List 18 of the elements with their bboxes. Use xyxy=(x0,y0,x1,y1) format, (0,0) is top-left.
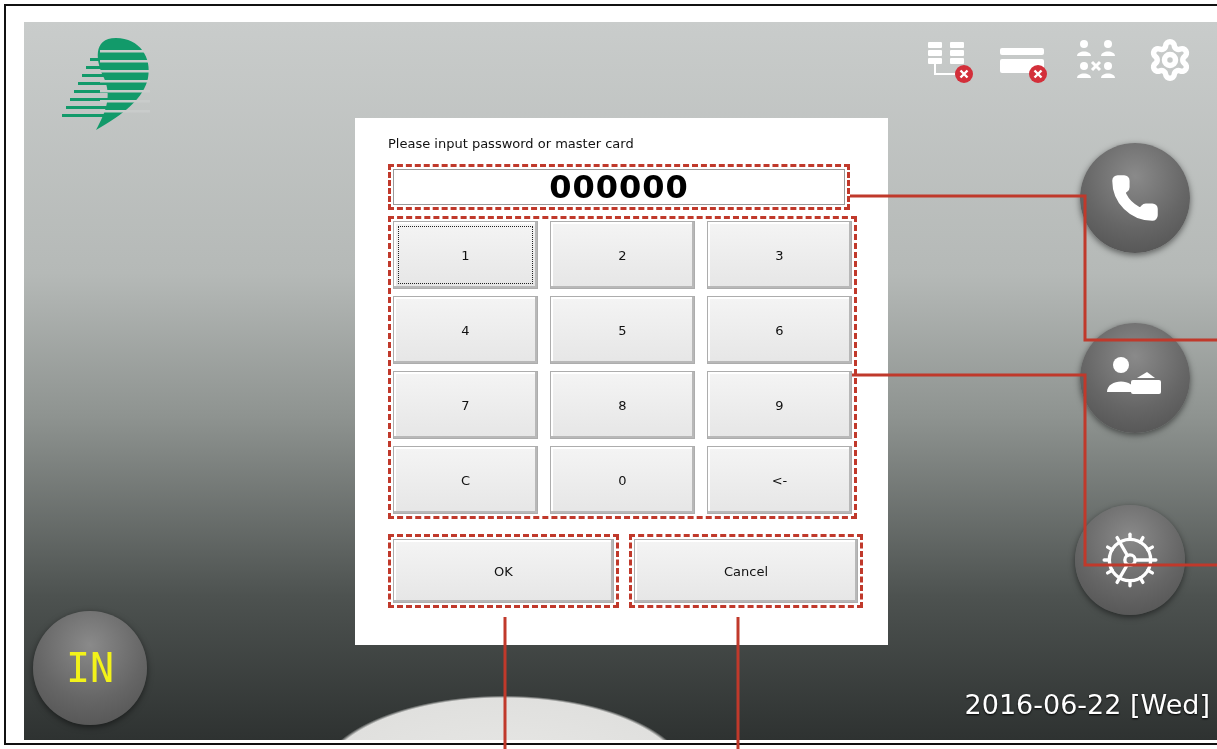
keypad-key[interactable]: 6 xyxy=(707,296,852,364)
dialog-action-button[interactable]: Cancel xyxy=(634,539,858,603)
password-display: 000000 xyxy=(393,169,845,205)
phone-icon xyxy=(1109,172,1161,224)
keypad-key[interactable]: 3 xyxy=(707,221,852,289)
keypad-key[interactable]: 7 xyxy=(393,371,538,439)
keypad-key[interactable]: 0 xyxy=(550,446,695,514)
keypad-key[interactable]: <- xyxy=(707,446,852,514)
keypad-key[interactable]: 8 xyxy=(550,371,695,439)
dialog-prompt: Please input password or master card xyxy=(388,136,635,151)
keypad-key[interactable]: 5 xyxy=(550,296,695,364)
keypad-key[interactable]: 1 xyxy=(393,221,538,289)
keypad-key[interactable]: 9 xyxy=(707,371,852,439)
dialog-action-button[interactable]: OK xyxy=(393,539,614,603)
keypad-key[interactable]: C xyxy=(393,446,538,514)
keypad-key[interactable]: 4 xyxy=(393,296,538,364)
keypad-key[interactable]: 2 xyxy=(550,221,695,289)
date-text: 2016-06-22 [Wed] xyxy=(964,689,1210,720)
